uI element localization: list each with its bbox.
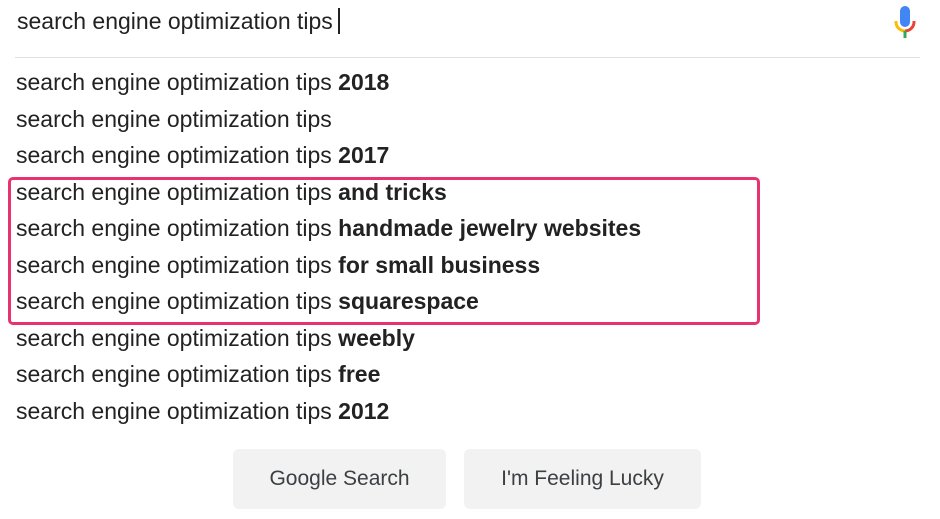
suggestion-prefix: search engine optimization tips bbox=[16, 324, 332, 351]
suggestion-prefix: search engine optimization tips bbox=[16, 215, 332, 241]
suggestion-completion: and tricks bbox=[331, 178, 447, 205]
search-bar[interactable]: search engine optimization tips bbox=[0, 0, 920, 44]
suggestion-item[interactable]: search engine optimization tips 2012 bbox=[0, 393, 641, 430]
search-buttons: Google Search I'm Feeling Lucky bbox=[0, 449, 940, 509]
suggestion-prefix: search engine optimization tips bbox=[16, 178, 332, 205]
suggestion-completion: 2012 bbox=[331, 397, 390, 424]
search-input[interactable]: search engine optimization tips bbox=[17, 6, 340, 36]
suggestion-list: search engine optimization tips 2018 sear… bbox=[0, 64, 641, 429]
suggestion-item[interactable]: search engine optimization tips and tric… bbox=[0, 174, 641, 211]
suggestion-completion: for small business bbox=[331, 251, 541, 278]
suggestion-item[interactable]: search engine optimization tips handmade… bbox=[0, 210, 641, 247]
search-page: search engine optimization tips search e… bbox=[0, 0, 940, 519]
suggestion-completion: squarespace bbox=[331, 288, 479, 314]
suggestion-completion: free bbox=[331, 361, 381, 387]
search-query-text: search engine optimization tips bbox=[17, 8, 333, 34]
suggestion-prefix: search engine optimization tips bbox=[16, 397, 332, 424]
suggestion-item[interactable]: search engine optimization tips weebly bbox=[0, 320, 641, 357]
feeling-lucky-button[interactable]: I'm Feeling Lucky bbox=[464, 449, 701, 509]
mic-capsule bbox=[900, 6, 910, 27]
search-divider bbox=[15, 57, 920, 58]
suggestion-prefix: search engine optimization tips bbox=[16, 361, 332, 387]
mic-stand bbox=[903, 31, 907, 38]
suggestion-item[interactable]: search engine optimization tips squaresp… bbox=[0, 283, 641, 320]
suggestion-prefix: search engine optimization tips bbox=[16, 142, 332, 168]
text-caret bbox=[337, 8, 340, 34]
suggestion-item[interactable]: search engine optimization tips for smal… bbox=[0, 247, 641, 284]
suggestion-item[interactable]: search engine optimization tips 2017 bbox=[0, 137, 641, 174]
suggestion-item[interactable]: search engine optimization tips bbox=[0, 101, 641, 138]
suggestion-completion: handmade jewelry websites bbox=[331, 215, 642, 241]
suggestion-item[interactable]: search engine optimization tips 2018 bbox=[0, 64, 641, 101]
suggestion-completion: 2017 bbox=[331, 142, 390, 168]
microphone-icon[interactable] bbox=[890, 3, 920, 41]
suggestion-item[interactable]: search engine optimization tips free bbox=[0, 356, 641, 393]
suggestion-completion: weebly bbox=[331, 324, 415, 351]
google-search-button[interactable]: Google Search bbox=[233, 449, 446, 509]
suggestion-prefix: search engine optimization tips bbox=[16, 69, 332, 95]
suggestion-prefix: search engine optimization tips bbox=[16, 251, 332, 278]
suggestion-completion: 2018 bbox=[331, 69, 390, 95]
suggestion-prefix: search engine optimization tips bbox=[16, 105, 332, 132]
suggestion-prefix: search engine optimization tips bbox=[16, 288, 332, 314]
